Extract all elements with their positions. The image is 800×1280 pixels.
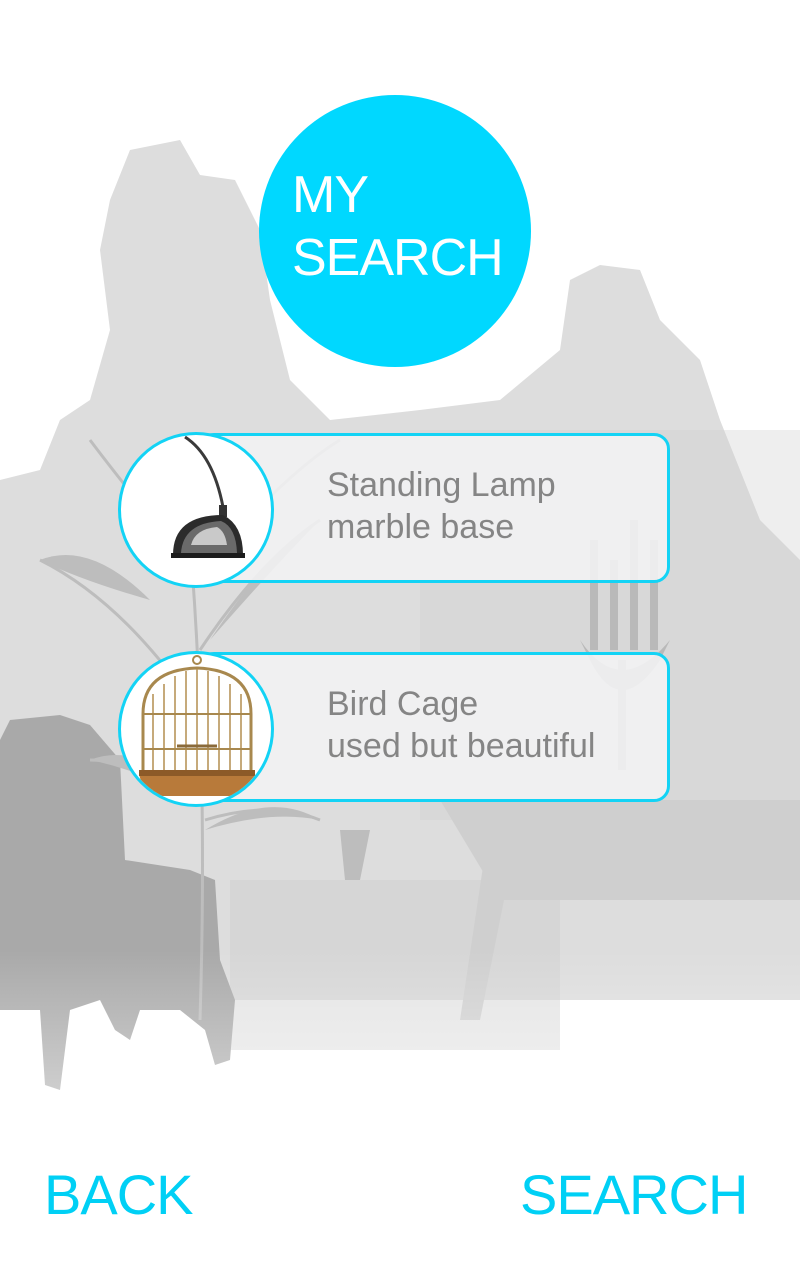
result-subtitle: used but beautiful <box>327 727 596 765</box>
birdcage-icon <box>139 655 255 796</box>
page-title-badge: MY SEARCH <box>259 95 531 367</box>
search-button[interactable]: SEARCH <box>520 1162 748 1228</box>
lamp-icon <box>171 435 245 558</box>
result-title: Standing Lamp <box>327 466 556 504</box>
result-text: Bird Cage used but beautiful <box>327 683 595 767</box>
result-title: Bird Cage <box>327 685 479 723</box>
page-title-line1: MY <box>292 166 369 224</box>
birdcage-thumbnail[interactable] <box>118 651 274 807</box>
page-title-line2: SEARCH <box>292 229 504 287</box>
lamp-thumbnail[interactable] <box>118 432 274 588</box>
back-button[interactable]: BACK <box>44 1162 193 1228</box>
result-subtitle: marble base <box>327 508 515 546</box>
result-text: Standing Lamp marble base <box>327 464 556 548</box>
